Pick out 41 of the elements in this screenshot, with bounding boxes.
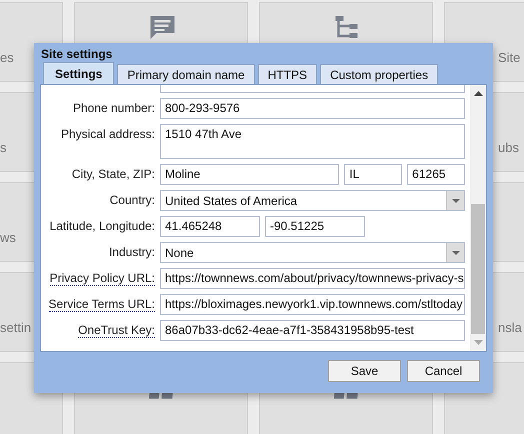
tile-label: settin bbox=[0, 320, 32, 335]
scrollbar-thumb[interactable] bbox=[471, 204, 485, 334]
tile-label: s bbox=[0, 140, 6, 155]
dropdown[interactable]: None bbox=[160, 242, 465, 263]
chat-icon bbox=[148, 14, 174, 40]
textarea-field[interactable]: 1510 47th Ave bbox=[160, 124, 465, 159]
help-link[interactable]: Privacy Policy URL: bbox=[50, 271, 155, 286]
tab[interactable]: Settings bbox=[43, 62, 114, 84]
field-label: City, State, ZIP: bbox=[72, 167, 155, 182]
input-field[interactable]: 41.465248 bbox=[160, 216, 260, 237]
input-field[interactable]: 800-293-9576 bbox=[160, 98, 465, 119]
input-field[interactable]: https://bloximages.newyork1.vip.townnews.com/stltoday bbox=[160, 294, 465, 315]
dropdown-value: United States of America bbox=[165, 194, 298, 208]
scrollbar[interactable] bbox=[470, 85, 486, 351]
field-label: Phone number: bbox=[72, 101, 155, 116]
dropdown-value: None bbox=[165, 246, 195, 260]
field-label: Physical address: bbox=[60, 127, 155, 142]
tab[interactable]: Primary domain name bbox=[117, 64, 255, 84]
tile-label: nsla bbox=[498, 320, 522, 335]
help-link[interactable]: Service Terms URL: bbox=[48, 297, 155, 312]
input-field[interactable]: https://townnews.com/about/privacy/townnews-privacy-s bbox=[160, 268, 465, 289]
help-link[interactable]: OneTrust Key: bbox=[78, 323, 155, 338]
tile-label: es bbox=[0, 50, 14, 65]
scroll-down-icon[interactable] bbox=[474, 340, 482, 345]
scroll-up-icon[interactable] bbox=[474, 91, 482, 96]
save-button[interactable]: Save bbox=[328, 360, 401, 382]
input-field[interactable]: 86a07b33-dc62-4eae-a7f1-358431958b95-test bbox=[160, 320, 465, 341]
dropdown[interactable]: United States of America bbox=[160, 190, 465, 211]
input-field[interactable]: IL bbox=[344, 164, 402, 185]
tile-label: Site bbox=[498, 50, 520, 65]
cancel-button[interactable]: Cancel bbox=[407, 360, 480, 382]
tile-label: ubs bbox=[498, 140, 519, 155]
field-label: Industry: bbox=[108, 245, 155, 260]
tree-icon bbox=[332, 14, 360, 40]
input-field[interactable]: 61265 bbox=[407, 164, 465, 185]
tab[interactable]: HTTPS bbox=[258, 64, 318, 84]
tab[interactable]: Custom properties bbox=[320, 64, 438, 84]
tile-label: ws bbox=[0, 230, 16, 245]
input-field[interactable]: -90.51225 bbox=[265, 216, 365, 237]
field-label: Country: bbox=[110, 193, 155, 208]
input-field[interactable]: Moline bbox=[160, 164, 340, 185]
